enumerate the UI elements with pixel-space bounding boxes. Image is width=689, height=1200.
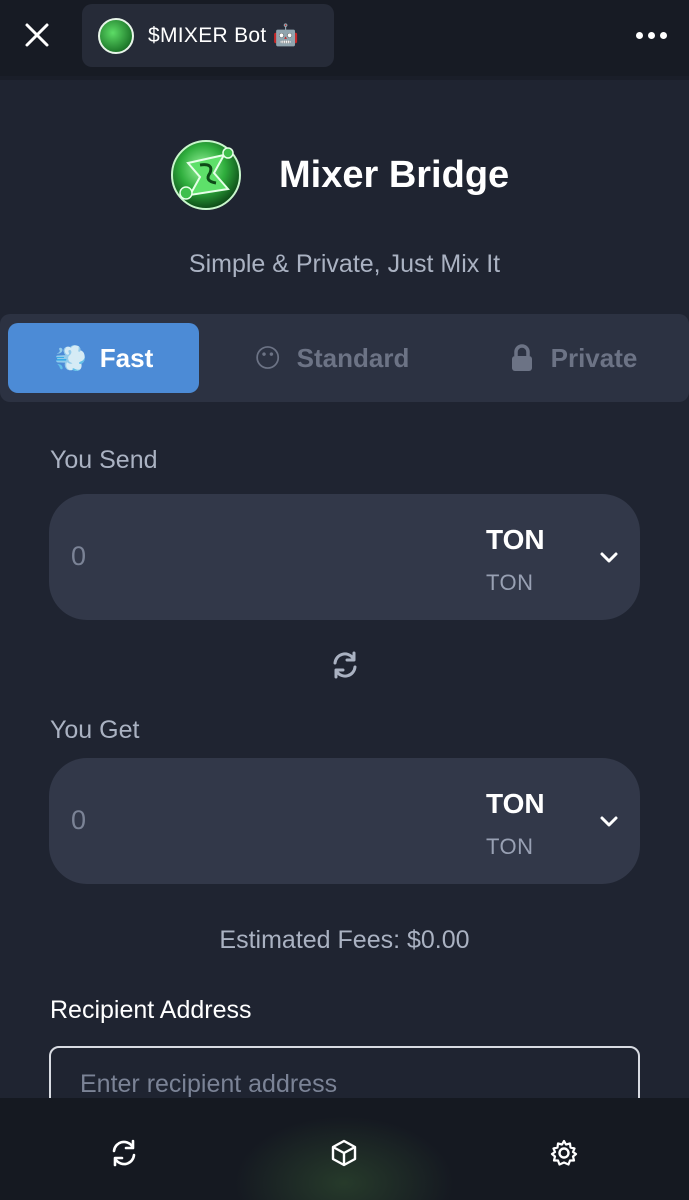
more-dot [659, 31, 667, 39]
get-label: You Get [50, 716, 140, 744]
recipient-label: Recipient Address [50, 996, 252, 1024]
send-amount-box: TON TON [49, 494, 640, 620]
brand-name: Mixer Bridge [279, 154, 510, 196]
estimated-fees: Estimated Fees: $0.00 [219, 926, 470, 954]
chevron-down-icon [600, 552, 618, 563]
tab-label: Private [550, 342, 638, 373]
more-dots-icon [635, 31, 643, 39]
gear-icon [550, 1139, 578, 1166]
tab-fast[interactable]: 💨 Fast [8, 323, 199, 393]
dash-wind-icon: 💨 [54, 342, 87, 373]
more-button[interactable] [631, 20, 671, 50]
bottom-nav [0, 1098, 689, 1200]
get-token-network: TON [486, 834, 534, 859]
nav-cube-button[interactable] [327, 1136, 361, 1170]
tab-label: Standard [296, 342, 410, 373]
bot-title-pill[interactable]: $MIXER Bot 🤖 [82, 4, 334, 67]
bot-title: $MIXER Bot 🤖 [148, 23, 300, 47]
tab-private[interactable]: Private [482, 323, 660, 393]
send-token-selector[interactable]: TON TON [470, 494, 620, 620]
swap-button[interactable] [328, 648, 362, 682]
send-label: You Send [50, 446, 158, 474]
nav-settings-button[interactable] [547, 1136, 581, 1170]
get-token-selector[interactable]: TON TON [470, 758, 620, 884]
get-amount-input[interactable] [71, 800, 371, 840]
face-without-mouth-icon: 😶 [254, 342, 282, 373]
cube-icon [331, 1139, 357, 1167]
close-button[interactable] [18, 16, 56, 54]
nav-refresh-button[interactable] [107, 1136, 141, 1170]
bot-avatar [98, 17, 134, 54]
close-icon [25, 23, 49, 47]
lock-icon [511, 344, 532, 371]
more-dot [647, 31, 655, 39]
swap-refresh-icon [333, 651, 357, 679]
refresh-icon [112, 1139, 136, 1167]
mode-tabs: 💨 Fast 😶 Standard Private [0, 314, 689, 402]
get-amount-box: TON TON [49, 758, 640, 884]
send-amount-input[interactable] [71, 536, 371, 576]
send-token-symbol: TON [486, 524, 545, 555]
send-token-network: TON [486, 570, 534, 595]
tagline: Simple & Private, Just Mix It [188, 250, 501, 278]
get-token-symbol: TON [486, 788, 545, 819]
telegram-topbar: $MIXER Bot 🤖 [0, 0, 689, 76]
mixer-app: Mixer Bridge Simple & Private, Just Mix … [0, 80, 689, 1122]
chevron-down-icon [600, 816, 618, 827]
brand-header: Mixer Bridge [0, 128, 689, 228]
tab-label: Fast [99, 342, 154, 373]
tab-standard[interactable]: 😶 Standard [228, 323, 432, 393]
mixer-logo-icon [171, 140, 241, 210]
